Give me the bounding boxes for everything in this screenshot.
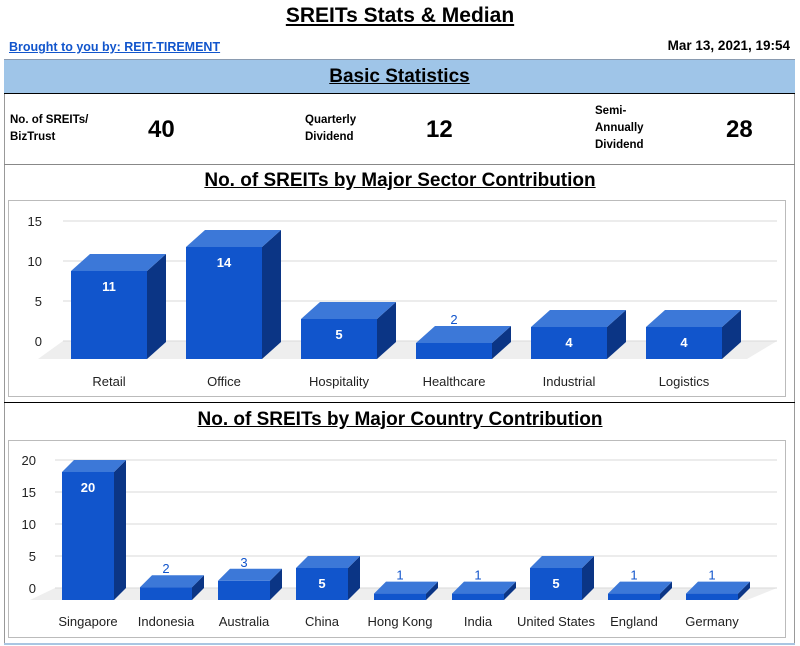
bar [686,593,738,600]
bar [140,587,192,600]
stat-total-label-line: No. of SREITs/ [10,114,89,126]
data-label: 2 [162,561,169,576]
stat-quarterly-label-line: Quarterly [305,114,357,126]
country-chart-title: No. of SREITs by Major Country Contribut… [197,409,603,430]
x-category-label: Office [207,374,241,389]
bar-side [147,254,166,359]
stat-semiannual-label-line: Semi- [595,105,627,117]
y-tick-label: 10 [22,517,36,532]
bar-side [114,460,126,600]
data-label: 5 [318,576,325,591]
basic-statistics-header: Basic Statistics [4,59,795,94]
x-category-label: Retail [92,374,125,389]
bottom-border [4,643,795,645]
y-tick-label: 5 [29,549,36,564]
data-label: 11 [102,279,116,294]
section-divider [4,402,795,403]
data-label: 1 [396,568,403,583]
stat-semiannual-value: 28 [726,116,753,143]
y-tick-label: 15 [28,214,42,229]
data-label: 1 [708,568,715,583]
y-tick-label: 0 [29,581,36,596]
data-label: 2 [450,312,457,327]
sector-chart-box: 0 5 10 15 11 Retail 14 Office 5 Hospitality 2 Healt… [8,200,786,397]
x-category-label: Hospitality [309,374,369,389]
sector-chart-title: No. of SREITs by Major Sector Contributi… [204,170,596,191]
sector-chart: 0 5 10 15 11 Retail 14 Office 5 Hospitality 2 Healt… [28,214,777,389]
credit-link[interactable]: Brought to you by: REIT-TIREMENT [9,40,220,54]
x-category-label: Healthcare [423,374,486,389]
bar-side [262,230,281,359]
stat-quarterly-label-line: Dividend [305,131,354,143]
data-label: 4 [565,335,573,350]
x-category-label: China [305,614,340,629]
data-label: 1 [474,568,481,583]
basic-statistics-heading: Basic Statistics [329,66,470,87]
data-label: 20 [81,480,95,495]
data-label: 5 [552,576,559,591]
x-category-label: United States [517,614,596,629]
y-tick-label: 20 [22,453,36,468]
timestamp: Mar 13, 2021, 19:54 [667,38,790,53]
y-tick-label: 15 [22,485,36,500]
basic-statistics-panel: No. of SREITs/ BizTrust 40 Quarterly Div… [4,94,795,165]
x-category-label: Indonesia [138,614,195,629]
y-tick-label: 0 [35,334,42,349]
bar [608,593,660,600]
x-category-label: Australia [219,614,270,629]
data-label: 4 [680,335,688,350]
y-tick-label: 5 [35,294,42,309]
x-category-label: Singapore [58,614,117,629]
x-category-label: Logistics [659,374,710,389]
x-category-label: India [464,614,493,629]
country-chart-box: 0 5 10 15 20 20 Singapore 2 Indonesia 3 Australia 5… [8,440,786,638]
bar [416,343,492,359]
bar [452,593,504,600]
bar [374,593,426,600]
stat-semiannual-label-line: Annually [595,122,644,134]
x-category-label: England [610,614,658,629]
data-label: 1 [630,568,637,583]
data-label: 5 [335,327,342,342]
stat-total-label: No. of SREITs/ BizTrust [10,112,88,146]
stat-quarterly-label: Quarterly Dividend [305,112,356,146]
x-category-label: Industrial [543,374,596,389]
stat-semiannual-label-line: Dividend [595,139,644,151]
y-tick-label: 10 [28,254,42,269]
country-chart: 0510152020Singapore2Indonesia3Australia5… [22,453,777,629]
stat-total-label-line: BizTrust [10,131,56,143]
x-category-label: Hong Kong [367,614,432,629]
stat-total-value: 40 [148,116,175,143]
stat-quarterly-value: 12 [426,116,453,143]
bar [218,580,270,600]
page-title: SREITs Stats & Median [285,4,515,27]
x-category-label: Germany [685,614,739,629]
data-label: 14 [217,255,232,270]
stat-semiannual-label: Semi- Annually Dividend [595,103,644,154]
data-label: 3 [240,555,247,570]
